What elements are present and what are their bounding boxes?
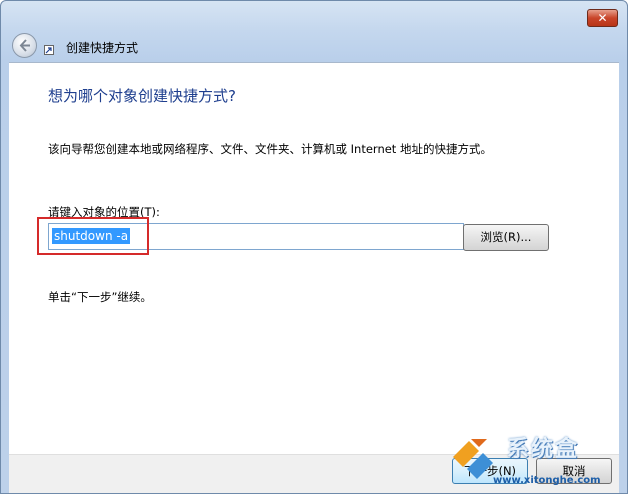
nav-row: 创建快捷方式 <box>9 33 619 61</box>
page-heading: 想为哪个对象创建快捷方式? <box>48 87 236 105</box>
continue-hint: 单击“下一步”继续。 <box>48 290 152 304</box>
watermark-brand: 系统盒 <box>507 437 580 462</box>
back-arrow-icon <box>19 39 30 52</box>
watermark-logo-icon <box>453 439 493 479</box>
watermark: 系统盒 www.xitonghe.com <box>449 431 625 491</box>
page-description: 该向导帮您创建本地或网络程序、文件、文件夹、计算机或 Internet 地址的快… <box>48 142 492 156</box>
annotation-highlight-box <box>37 217 149 255</box>
close-button[interactable]: ✕ <box>587 9 618 27</box>
wizard-window: ✕ 创建快捷方式 想为哪个对象创建快捷方式? 该向导帮您创建本地或网络程序、文件… <box>0 0 628 494</box>
close-icon: ✕ <box>597 11 608 25</box>
shortcut-arrow-icon <box>44 45 54 55</box>
watermark-url: www.xitonghe.com <box>493 475 601 486</box>
back-button[interactable] <box>12 33 37 58</box>
browse-button[interactable]: 浏览(R)... <box>463 224 549 251</box>
wizard-content: 想为哪个对象创建快捷方式? 该向导帮您创建本地或网络程序、文件、文件夹、计算机或… <box>9 62 619 455</box>
window-title: 创建快捷方式 <box>66 41 139 55</box>
